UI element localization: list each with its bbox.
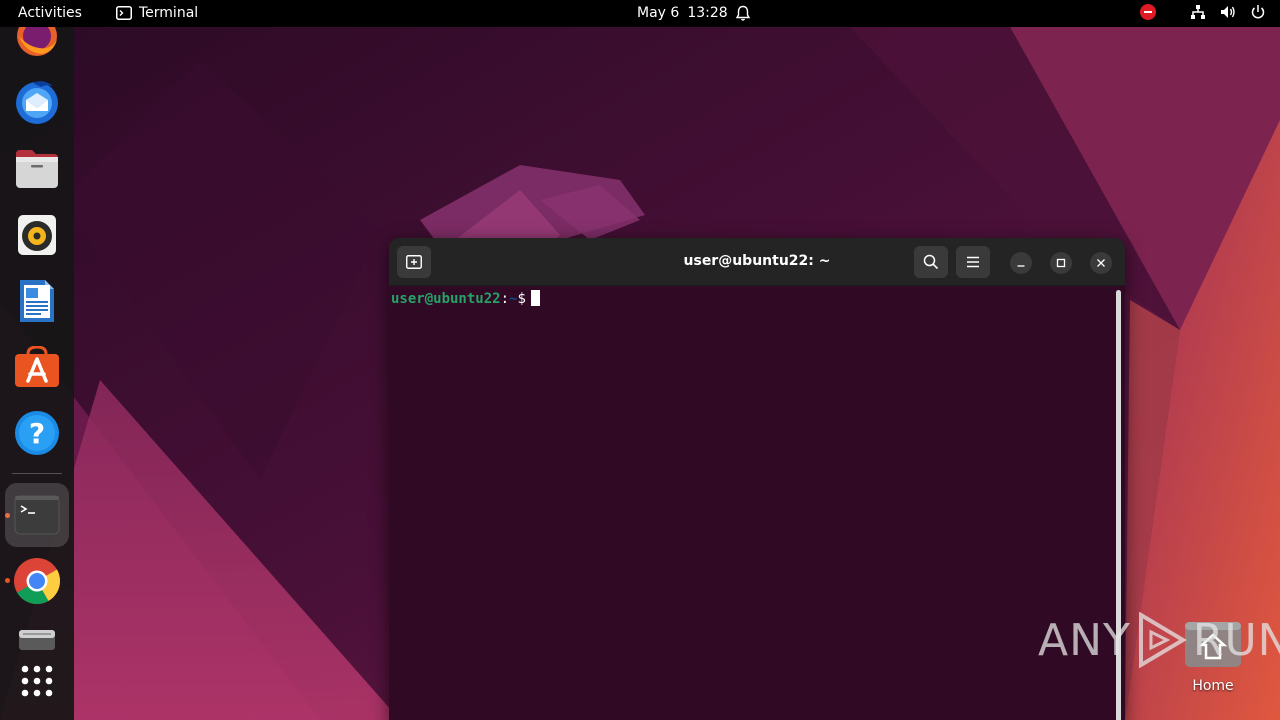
terminal-headerbar[interactable]: user@ubuntu22: ~ [389,238,1125,286]
dock-item-ubuntu-software[interactable] [12,342,62,392]
prompt-symbol: $ [517,291,526,307]
minimize-icon [1017,265,1025,267]
dock-item-thunderbird[interactable] [12,77,62,127]
show-applications-button[interactable] [12,656,62,706]
running-indicator-chrome [5,578,10,583]
activities-button[interactable]: Activities [18,5,82,21]
watermark-text-right: RUN [1192,614,1280,666]
close-button[interactable] [1090,252,1112,274]
watermark-play-icon [1138,612,1187,668]
maximize-icon [1056,258,1066,268]
dock-item-files[interactable] [12,144,62,194]
clock-date: May 6 [637,5,680,21]
volume-icon [1221,6,1235,18]
prompt-separator: : [500,291,510,307]
terminal-app-icon [116,6,132,20]
minimize-button[interactable] [1010,252,1032,274]
hamburger-menu-icon [967,256,979,268]
rhythmbox-icon [18,215,56,255]
app-menu-label: Terminal [139,5,199,21]
help-icon: ? [15,411,59,455]
network-icon [1191,5,1205,19]
menu-button[interactable] [956,246,990,278]
disk-drive-icon [19,630,55,650]
search-button[interactable] [914,246,948,278]
dock: ? [0,16,74,720]
desktop-home-label: Home [1192,678,1234,694]
terminal-output[interactable]: user@ubuntu22:~$ [389,286,1125,312]
dock-item-rhythmbox[interactable] [12,210,62,260]
watermark-text-left: ANY [1038,614,1131,666]
dock-separator [12,473,62,474]
terminal-window[interactable]: user@ubuntu22: ~ user@ubuntu22:~$ [389,238,1125,720]
chrome-icon [14,558,61,604]
do-not-disturb-icon[interactable] [1140,4,1156,20]
app-menu[interactable]: Terminal [116,5,198,21]
libreoffice-writer-icon [20,280,54,322]
terminal-icon [14,495,60,535]
dock-item-terminal[interactable] [5,483,69,547]
maximize-button[interactable] [1050,252,1072,274]
svg-text:?: ? [29,417,45,450]
prompt-user-host: user@ubuntu22 [391,291,501,307]
thunderbird-icon [16,81,58,124]
clock-time: 13:28 [687,5,728,21]
text-cursor [530,290,540,306]
notification-bell-icon[interactable] [735,5,751,22]
top-bar: Activities Terminal May 6 13:28 [0,0,1280,27]
clock[interactable]: May 6 13:28 [637,5,728,21]
search-icon [923,254,939,270]
power-icon [1251,5,1265,19]
ubuntu-software-icon [15,346,59,387]
app-grid-icon [21,665,53,697]
files-icon [16,150,58,188]
dock-item-libreoffice-writer[interactable] [12,276,62,326]
dock-item-disk-drive[interactable] [12,612,62,662]
dock-item-chrome[interactable] [12,556,62,606]
system-tray[interactable] [1140,4,1266,20]
dock-item-help[interactable]: ? [12,408,62,458]
anyrun-watermark: ANY RUN [1038,612,1280,668]
close-icon [1097,259,1105,267]
